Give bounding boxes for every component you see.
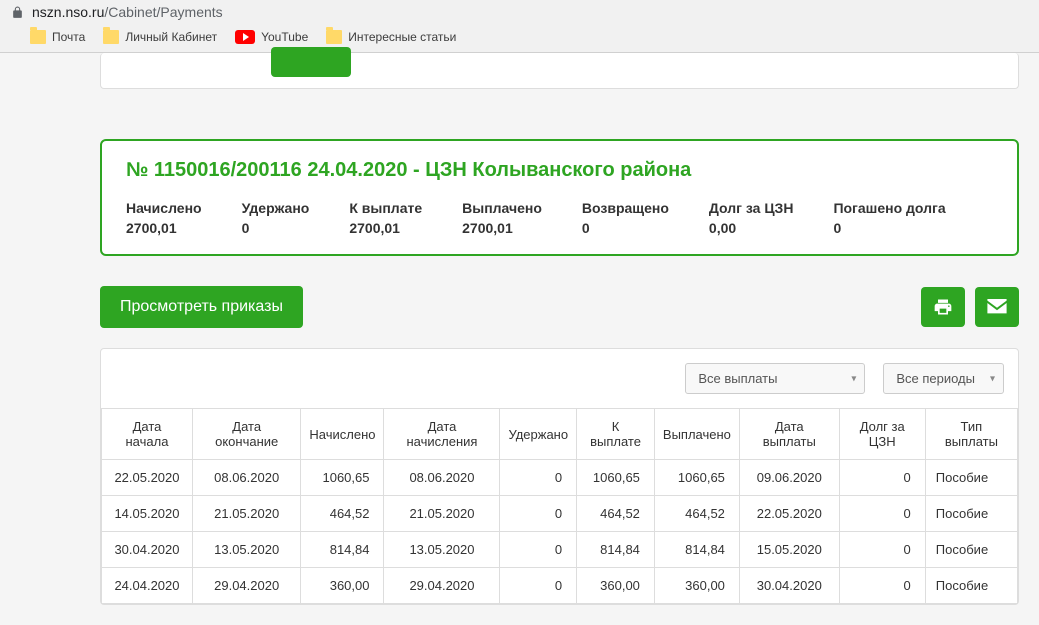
summary-card: № 1150016/200116 24.04.2020 - ЦЗН Колыва… [100, 139, 1019, 256]
page-content: № 1150016/200116 24.04.2020 - ЦЗН Колыва… [0, 53, 1039, 625]
cell-start: 22.05.2020 [102, 460, 193, 496]
cell-to_pay: 464,52 [577, 496, 655, 532]
cell-accrued: 464,52 [301, 496, 384, 532]
th-type: Тип выплаты [925, 409, 1017, 460]
summary-item-topay: К выплате 2700,01 [349, 200, 422, 236]
cell-end: 21.05.2020 [192, 496, 300, 532]
cell-start: 24.04.2020 [102, 568, 193, 604]
bookmark-mail[interactable]: Почта [30, 30, 85, 44]
cell-paid: 464,52 [654, 496, 739, 532]
cell-type: Пособие [925, 496, 1017, 532]
summary-item-paid: Выплачено 2700,01 [462, 200, 542, 236]
view-orders-button[interactable]: Просмотреть приказы [100, 286, 303, 328]
bookmarks-bar: Почта Личный Кабинет YouTube Интересные … [0, 24, 1039, 52]
actions-row: Просмотреть приказы [100, 286, 1019, 328]
payments-table-card: Все выплаты Все периоды Дата начала Дата… [100, 348, 1019, 605]
print-icon [933, 297, 953, 317]
th-start-date: Дата начала [102, 409, 193, 460]
summary-item-withheld: Удержано 0 [242, 200, 310, 236]
cell-type: Пособие [925, 460, 1017, 496]
cell-debt: 0 [839, 496, 925, 532]
mail-icon [987, 299, 1007, 315]
payments-table: Дата начала Дата окончание Начислено Дат… [101, 408, 1018, 604]
cell-accrual_date: 08.06.2020 [384, 460, 500, 496]
filter-payments-select[interactable]: Все выплаты [685, 363, 865, 394]
th-withheld: Удержано [500, 409, 577, 460]
summary-item-debt: Долг за ЦЗН 0,00 [709, 200, 794, 236]
cell-to_pay: 1060,65 [577, 460, 655, 496]
bookmark-youtube[interactable]: YouTube [235, 30, 308, 44]
bookmark-cabinet[interactable]: Личный Кабинет [103, 30, 217, 44]
cell-type: Пособие [925, 568, 1017, 604]
cell-pay_date: 15.05.2020 [739, 532, 839, 568]
cell-accrued: 814,84 [301, 532, 384, 568]
table-row[interactable]: 30.04.202013.05.2020814,8413.05.20200814… [102, 532, 1018, 568]
cell-to_pay: 360,00 [577, 568, 655, 604]
cell-withheld: 0 [500, 532, 577, 568]
summary-item-accrued: Начислено 2700,01 [126, 200, 202, 236]
cell-end: 29.04.2020 [192, 568, 300, 604]
cell-start: 30.04.2020 [102, 532, 193, 568]
cell-accrual_date: 29.04.2020 [384, 568, 500, 604]
address-bar[interactable]: nszn.nso.ru/Cabinet/Payments [0, 0, 1039, 24]
th-to-pay: К выплате [577, 409, 655, 460]
url-text: nszn.nso.ru/Cabinet/Payments [32, 4, 223, 20]
bookmark-articles[interactable]: Интересные статьи [326, 30, 456, 44]
summary-item-debt-paid: Погашено долга 0 [833, 200, 945, 236]
cell-debt: 0 [839, 532, 925, 568]
filter-periods-select[interactable]: Все периоды [883, 363, 1004, 394]
cell-accrual_date: 13.05.2020 [384, 532, 500, 568]
table-row[interactable]: 24.04.202029.04.2020360,0029.04.20200360… [102, 568, 1018, 604]
cell-accrued: 1060,65 [301, 460, 384, 496]
pill-button[interactable] [271, 47, 351, 77]
cell-end: 08.06.2020 [192, 460, 300, 496]
folder-icon [103, 30, 119, 44]
cell-end: 13.05.2020 [192, 532, 300, 568]
cell-to_pay: 814,84 [577, 532, 655, 568]
folder-icon [326, 30, 342, 44]
table-row[interactable]: 14.05.202021.05.2020464,5221.05.20200464… [102, 496, 1018, 532]
cell-accrual_date: 21.05.2020 [384, 496, 500, 532]
summary-title: № 1150016/200116 24.04.2020 - ЦЗН Колыва… [126, 159, 993, 182]
th-debt: Долг за ЦЗН [839, 409, 925, 460]
cell-start: 14.05.2020 [102, 496, 193, 532]
cell-type: Пособие [925, 532, 1017, 568]
cell-pay_date: 22.05.2020 [739, 496, 839, 532]
cell-withheld: 0 [500, 568, 577, 604]
cell-withheld: 0 [500, 460, 577, 496]
cell-withheld: 0 [500, 496, 577, 532]
email-button[interactable] [975, 287, 1019, 327]
cell-debt: 0 [839, 460, 925, 496]
th-accrual-date: Дата начисления [384, 409, 500, 460]
table-row[interactable]: 22.05.202008.06.20201060,6508.06.2020010… [102, 460, 1018, 496]
filters-row: Все выплаты Все периоды [101, 349, 1018, 408]
previous-card-bottom [100, 53, 1019, 89]
cell-accrued: 360,00 [301, 568, 384, 604]
summary-row: Начислено 2700,01 Удержано 0 К выплате 2… [126, 200, 993, 236]
icon-buttons [921, 287, 1019, 327]
print-button[interactable] [921, 287, 965, 327]
cell-pay_date: 09.06.2020 [739, 460, 839, 496]
cell-paid: 360,00 [654, 568, 739, 604]
browser-chrome: nszn.nso.ru/Cabinet/Payments Почта Личны… [0, 0, 1039, 53]
table-header-row: Дата начала Дата окончание Начислено Дат… [102, 409, 1018, 460]
th-paid: Выплачено [654, 409, 739, 460]
lock-icon [10, 5, 24, 19]
folder-icon [30, 30, 46, 44]
summary-item-returned: Возвращено 0 [582, 200, 669, 236]
cell-pay_date: 30.04.2020 [739, 568, 839, 604]
cell-debt: 0 [839, 568, 925, 604]
th-pay-date: Дата выплаты [739, 409, 839, 460]
th-end-date: Дата окончание [192, 409, 300, 460]
cell-paid: 814,84 [654, 532, 739, 568]
cell-paid: 1060,65 [654, 460, 739, 496]
youtube-icon [235, 30, 255, 44]
th-accrued: Начислено [301, 409, 384, 460]
